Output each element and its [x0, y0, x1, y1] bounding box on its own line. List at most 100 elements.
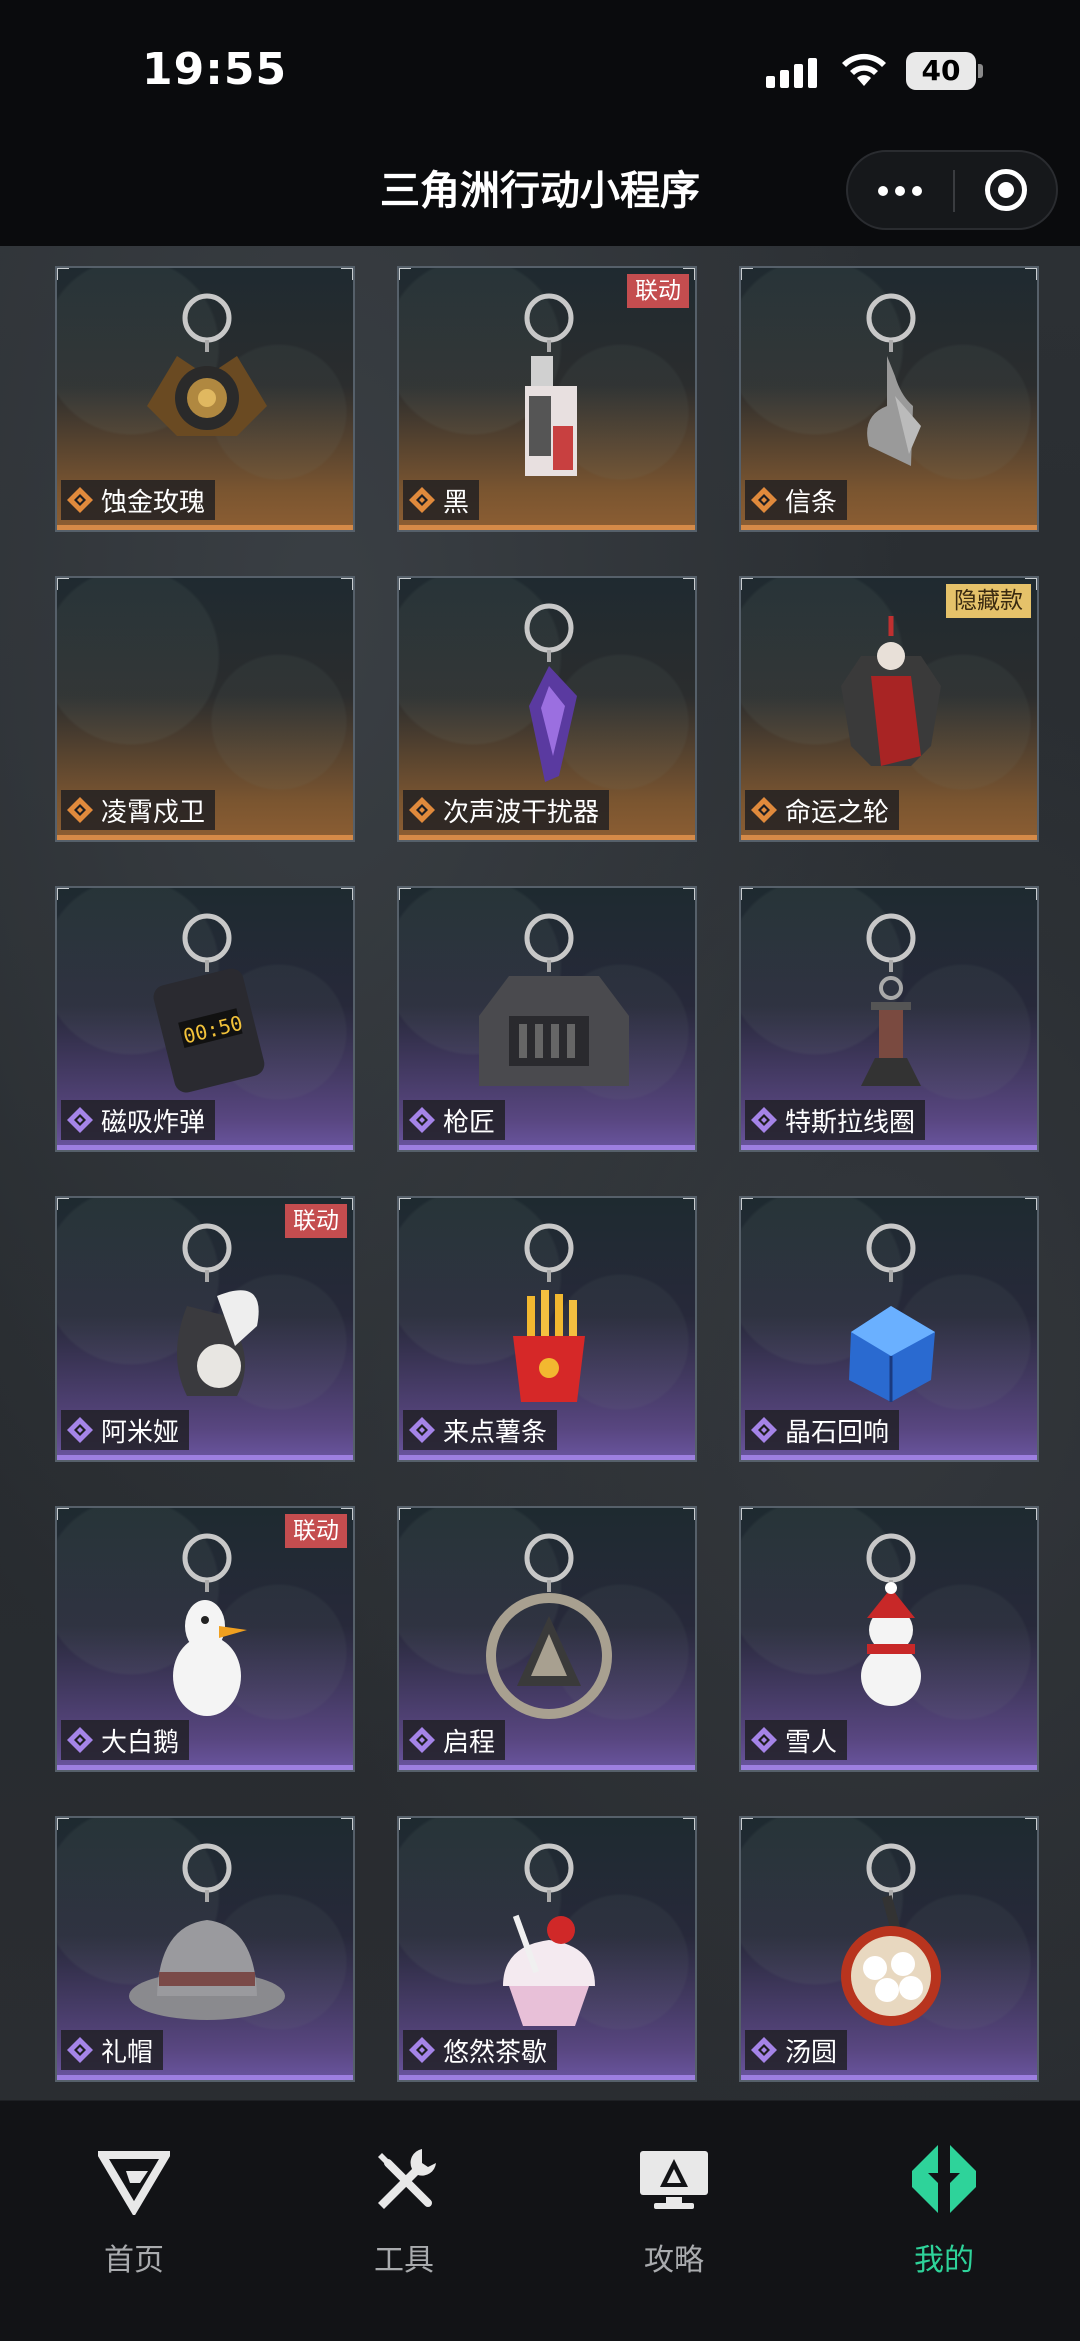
- keychain-card[interactable]: 信条: [739, 266, 1039, 532]
- keychain-name: 晶石回响: [785, 1417, 890, 1448]
- keychain-card[interactable]: 雪人: [739, 1506, 1039, 1772]
- home-logo-icon: [98, 2151, 170, 2215]
- keychain-name: 黑: [443, 487, 470, 518]
- cube-keychain-icon: [849, 1223, 935, 1402]
- mini-program-capsule: [846, 150, 1058, 230]
- keychain-name: 磁吸炸弹: [101, 1107, 206, 1138]
- medal-keychain-icon: [486, 1533, 612, 1719]
- bomb-keychain-icon: 00:50: [153, 913, 265, 1093]
- keychain-name: 蚀金玫瑰: [101, 487, 206, 518]
- keychain-card[interactable]: 联动黑: [397, 266, 697, 532]
- collab-badge: 联动: [285, 1514, 347, 1548]
- hidden-edition-badge: 隐藏款: [946, 584, 1031, 618]
- nav-guide[interactable]: 攻略: [574, 2143, 774, 2283]
- nav-profile-label: 我的: [914, 2243, 974, 2278]
- keychain-card[interactable]: 次声波干扰器: [397, 576, 697, 842]
- guide-monitor-icon: [640, 2151, 708, 2209]
- keychain-card[interactable]: 00:50 磁吸炸弹: [55, 886, 355, 1152]
- keychain-label: 黑: [403, 480, 480, 520]
- nav-tools[interactable]: 工具: [304, 2143, 504, 2283]
- wifi-icon: [842, 53, 886, 86]
- keychain-collection: 蚀金玫瑰 联动黑信条 凌霄戍卫 次声波干扰器 隐藏款 命运之轮 00:50 磁吸炸弹 枪匠 特斯拉…: [0, 246, 1080, 2100]
- keychain-label: 来点薯条: [403, 1410, 558, 1450]
- rarity-diamond-icon: [67, 2037, 93, 2063]
- keychain-card[interactable]: 凌霄戍卫: [55, 576, 355, 842]
- rarity-diamond-icon: [751, 1727, 777, 1753]
- battery-icon: 40: [906, 52, 983, 90]
- nav-profile[interactable]: 我的: [844, 2143, 1044, 2283]
- rarity-diamond-icon: [751, 1107, 777, 1133]
- keychain-label: 特斯拉线圈: [745, 1100, 926, 1140]
- keychain-label: 命运之轮: [745, 790, 900, 830]
- keychain-card[interactable]: 隐藏款命运之轮: [739, 576, 1039, 842]
- keychain-label: 晶石回响: [745, 1410, 900, 1450]
- keychain-card[interactable]: 联动 大白鹅: [55, 1506, 355, 1772]
- crystal-keychain-icon: [524, 603, 577, 782]
- keychain-name: 凌霄戍卫: [101, 797, 206, 828]
- keychain-card[interactable]: 来点薯条: [397, 1196, 697, 1462]
- hat-keychain-icon: [129, 1843, 285, 2020]
- fries-keychain-icon: [513, 1223, 585, 1402]
- keychain-label: 雪人: [745, 1720, 848, 1760]
- keychain-card[interactable]: 晶石回响: [739, 1196, 1039, 1462]
- tesla-coil-keychain-icon: [861, 913, 921, 1086]
- keychain-card[interactable]: 启程: [397, 1506, 697, 1772]
- keychain-card[interactable]: 蚀金玫瑰: [55, 266, 355, 532]
- rarity-diamond-icon: [751, 797, 777, 823]
- keychain-name: 礼帽: [101, 2037, 154, 2068]
- rose-keychain-icon: [147, 293, 267, 436]
- keychain-label: 凌霄戍卫: [61, 790, 216, 830]
- keychain-name: 次声波干扰器: [443, 797, 600, 828]
- keychain-name: 启程: [443, 1727, 496, 1758]
- rarity-diamond-icon: [67, 797, 93, 823]
- keychain-label: 启程: [403, 1720, 506, 1760]
- snowman-keychain-icon: [861, 1533, 921, 1706]
- keychain-label: 信条: [745, 480, 848, 520]
- more-options-button[interactable]: [848, 152, 952, 228]
- rarity-diamond-icon: [67, 1727, 93, 1753]
- nav-home[interactable]: 首页: [34, 2143, 234, 2283]
- keychain-name: 特斯拉线圈: [785, 1107, 916, 1138]
- rarity-diamond-icon: [67, 1107, 93, 1133]
- nav-guide-label: 攻略: [644, 2243, 704, 2278]
- battery-level: 40: [906, 52, 976, 90]
- rarity-diamond-icon: [409, 2037, 435, 2063]
- rarity-diamond-icon: [409, 797, 435, 823]
- keychain-card[interactable]: 联动阿米娅: [55, 1196, 355, 1462]
- cellular-signal-icon: [766, 58, 817, 88]
- keychain-card[interactable]: 汤圆: [739, 1816, 1039, 2082]
- cupcake-keychain-icon: [503, 1843, 595, 2026]
- rarity-diamond-icon: [67, 487, 93, 513]
- keychain-card[interactable]: 礼帽: [55, 1816, 355, 2082]
- keychain-card[interactable]: 特斯拉线圈: [739, 886, 1039, 1152]
- gun-case-keychain-icon: [479, 913, 629, 1086]
- bottom-navigation: 首页 工具 攻略 我的: [0, 2100, 1080, 2341]
- keychain-label: 枪匠: [403, 1100, 506, 1140]
- dumpling-bowl-keychain-icon: [841, 1843, 941, 2026]
- rarity-diamond-icon: [409, 1727, 435, 1753]
- rarity-diamond-icon: [409, 487, 435, 513]
- profile-logo-icon: [912, 2145, 976, 2213]
- rarity-diamond-icon: [67, 1417, 93, 1443]
- mini-program-title-bar: 三角洲行动小程序: [0, 140, 1080, 246]
- figure-keychain-icon: [841, 616, 941, 766]
- keychain-name: 雪人: [785, 1727, 838, 1758]
- keychain-card[interactable]: 悠然茶歇: [397, 1816, 697, 2082]
- keychain-name: 信条: [785, 487, 838, 518]
- nav-home-label: 首页: [104, 2243, 164, 2278]
- rarity-diamond-icon: [751, 487, 777, 513]
- keychain-label: 蚀金玫瑰: [61, 480, 216, 520]
- rarity-diamond-icon: [751, 2037, 777, 2063]
- goose-keychain-icon: [173, 1533, 247, 1716]
- keychain-label: 阿米娅: [61, 1410, 190, 1450]
- keychain-name: 来点薯条: [443, 1417, 548, 1448]
- rarity-diamond-icon: [409, 1107, 435, 1133]
- close-mini-program-button[interactable]: [956, 152, 1056, 228]
- keychain-label: 汤圆: [745, 2030, 848, 2070]
- rarity-diamond-icon: [409, 1417, 435, 1443]
- keychain-name: 枪匠: [443, 1107, 496, 1138]
- rarity-diamond-icon: [751, 1417, 777, 1443]
- keychain-card[interactable]: 枪匠: [397, 886, 697, 1152]
- nav-tools-label: 工具: [374, 2243, 434, 2278]
- collab-badge: 联动: [285, 1204, 347, 1238]
